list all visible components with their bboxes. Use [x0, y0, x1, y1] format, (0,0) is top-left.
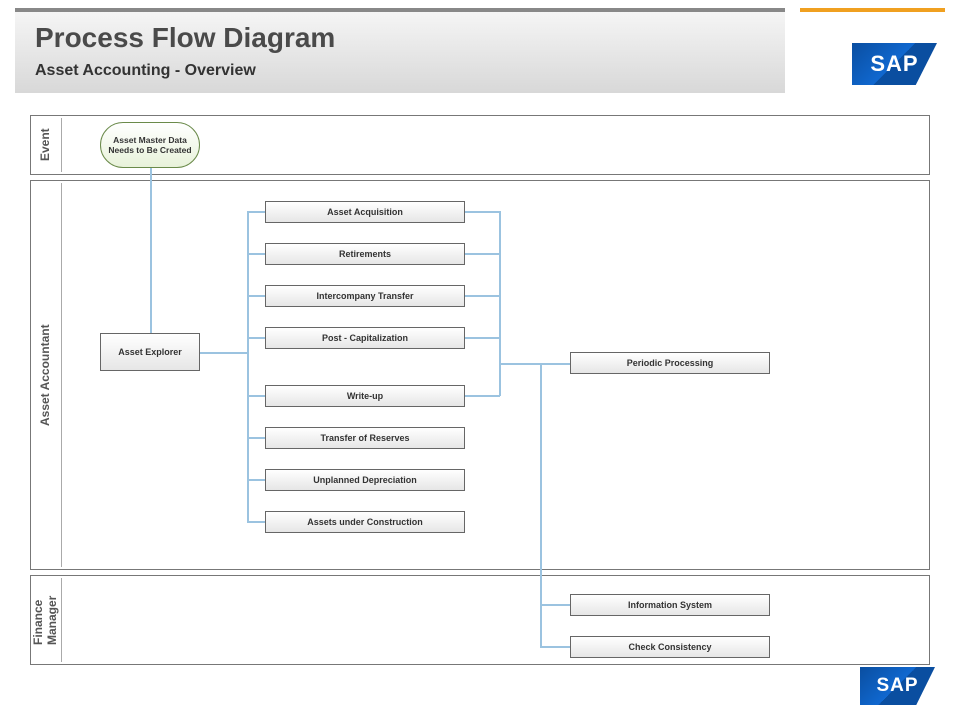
lane-label-finance-manager: Finance Manager: [31, 576, 59, 664]
lane-finance-manager: Finance Manager: [30, 575, 930, 665]
connector: [465, 211, 500, 213]
box-asset-explorer: Asset Explorer: [100, 333, 200, 371]
connector: [247, 437, 265, 439]
sap-logo-icon: SAP: [852, 43, 937, 85]
box-information-system: Information System: [570, 594, 770, 616]
box-process: Unplanned Depreciation: [265, 469, 465, 491]
connector: [465, 295, 500, 297]
connector: [150, 168, 152, 333]
connector: [247, 253, 265, 255]
page-title: Process Flow Diagram: [35, 22, 765, 54]
lane-label-event: Event: [31, 116, 59, 174]
lane-asset-accountant: Asset Accountant: [30, 180, 930, 570]
box-check-consistency: Check Consistency: [570, 636, 770, 658]
connector: [465, 253, 500, 255]
box-process: Intercompany Transfer: [265, 285, 465, 307]
connector: [247, 295, 265, 297]
footer-logo: SAP: [860, 667, 935, 705]
page-subtitle: Asset Accounting - Overview: [35, 62, 765, 80]
box-process: Retirements: [265, 243, 465, 265]
box-process: Write-up: [265, 385, 465, 407]
box-periodic-processing: Periodic Processing: [570, 352, 770, 374]
connector: [247, 211, 249, 521]
connector: [540, 604, 570, 606]
lane-label-asset-accountant: Asset Accountant: [31, 181, 59, 569]
box-process: Assets under Construction: [265, 511, 465, 533]
start-event: Asset Master Data Needs to Be Created: [100, 122, 200, 168]
box-process: Transfer of Reserves: [265, 427, 465, 449]
connector: [247, 479, 265, 481]
connector: [247, 211, 265, 213]
title-header: Process Flow Diagram Asset Accounting - …: [15, 8, 785, 93]
connector: [200, 352, 248, 354]
logo-area: SAP: [800, 8, 945, 93]
connector: [499, 211, 501, 396]
connector: [247, 337, 265, 339]
box-process: Asset Acquisition: [265, 201, 465, 223]
connector: [247, 395, 265, 397]
sap-logo-icon: SAP: [860, 667, 935, 705]
connector: [499, 363, 570, 365]
connector: [540, 646, 570, 648]
connector: [247, 521, 265, 523]
connector: [465, 337, 500, 339]
box-process: Post - Capitalization: [265, 327, 465, 349]
connector: [465, 395, 500, 397]
